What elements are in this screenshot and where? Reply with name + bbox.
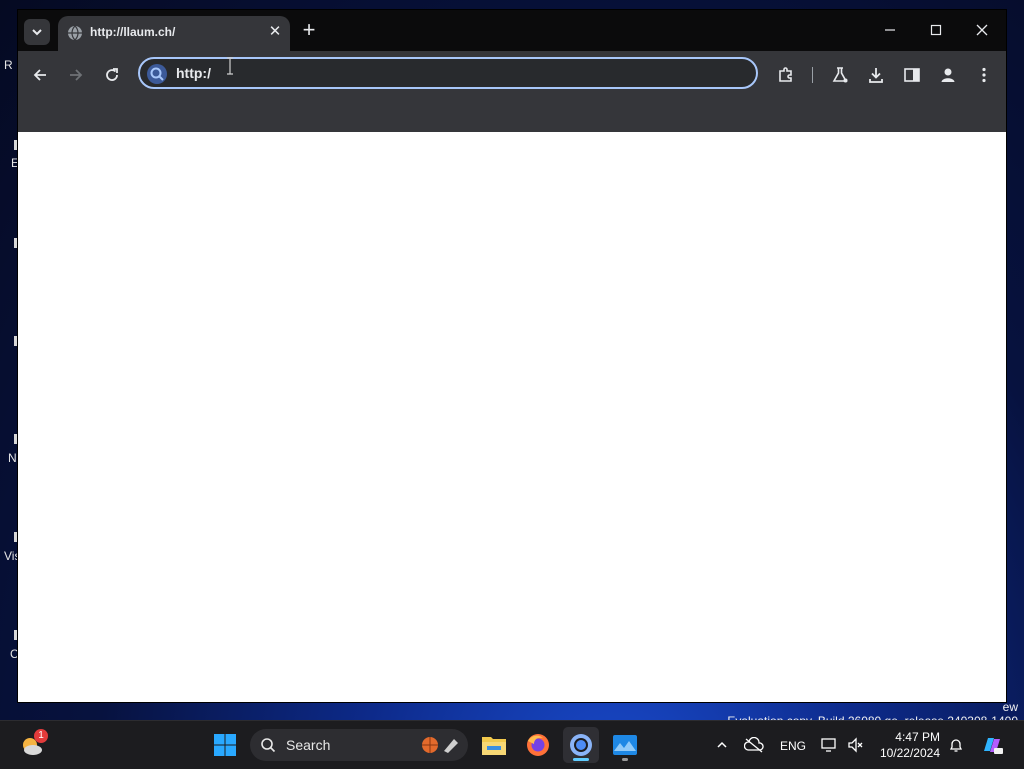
speaker-muted-icon	[848, 737, 863, 753]
clock[interactable]: 4:47 PM 10/22/2024	[874, 729, 940, 761]
search-label: Search	[286, 737, 331, 753]
reload-button[interactable]	[100, 63, 124, 87]
tab-close-icon[interactable]: ✕	[266, 23, 284, 41]
minimize-icon	[885, 29, 895, 31]
bell-icon	[949, 739, 963, 752]
flask-icon	[832, 67, 848, 83]
close-icon	[976, 24, 988, 36]
chevron-up-icon	[717, 741, 727, 748]
firefox-app[interactable]	[520, 727, 556, 763]
extensions-button[interactable]	[774, 63, 798, 87]
search-highlight-icon	[422, 737, 458, 753]
firefox-icon	[527, 734, 549, 756]
folder-icon	[482, 737, 506, 755]
display-icon	[821, 738, 836, 752]
start-button[interactable]	[207, 727, 243, 763]
back-button[interactable]	[28, 63, 52, 87]
arrow-right-icon	[70, 69, 83, 81]
photos-icon	[613, 735, 637, 755]
chevron-down-icon	[32, 29, 42, 36]
search-icon	[261, 738, 276, 753]
side-panel-button[interactable]	[900, 63, 924, 87]
browser-window: http://llaum.ch/ ✕ + http:/	[18, 10, 1006, 702]
download-icon	[869, 68, 883, 83]
taskbar-search[interactable]: Search	[250, 729, 468, 761]
copilot-icon	[984, 738, 1003, 754]
new-tab-button[interactable]: +	[298, 19, 320, 42]
weather-widget[interactable]: 1	[14, 727, 50, 763]
globe-icon	[68, 25, 82, 41]
search-icon	[147, 64, 167, 84]
minimize-button[interactable]	[870, 18, 910, 42]
tab-title: http://llaum.ch/	[90, 25, 176, 39]
tab-search-button[interactable]	[24, 19, 50, 45]
active-indicator	[573, 758, 589, 761]
watermark-line: ew	[1002, 700, 1018, 714]
tab-strip: http://llaum.ch/ ✕ +	[18, 10, 1006, 51]
labs-button[interactable]	[828, 63, 852, 87]
side-panel-icon	[904, 68, 920, 82]
reload-icon	[106, 68, 118, 81]
desktop-label: R	[4, 58, 13, 72]
onedrive-button[interactable]	[736, 727, 772, 763]
photos-app[interactable]	[607, 727, 643, 763]
address-bar-text: http:/	[176, 65, 211, 81]
more-vert-icon	[982, 67, 986, 83]
file-explorer-app[interactable]	[476, 727, 512, 763]
weather-badge: 1	[34, 729, 48, 743]
cloud-offline-icon	[744, 737, 764, 753]
arrow-left-icon	[33, 69, 46, 81]
bookmarks-bar	[18, 99, 1006, 132]
copilot-button[interactable]	[974, 727, 1010, 763]
clock-date: 10/22/2024	[879, 746, 940, 760]
maximize-button[interactable]	[916, 18, 956, 42]
windows-icon	[214, 734, 236, 756]
close-window-button[interactable]	[962, 18, 1002, 42]
profile-button[interactable]	[936, 63, 960, 87]
puzzle-icon	[779, 67, 792, 82]
volume-button[interactable]	[838, 727, 874, 763]
notifications-button[interactable]	[938, 727, 974, 763]
page-content[interactable]	[18, 132, 1006, 702]
clock-time: 4:47 PM	[895, 730, 940, 744]
chrome-app[interactable]	[563, 727, 599, 763]
chrome-icon	[570, 734, 592, 756]
profile-icon	[941, 68, 955, 82]
desktop-label: N	[8, 451, 17, 465]
browser-toolbar: http:/	[18, 51, 1006, 99]
forward-button[interactable]	[64, 63, 88, 87]
taskbar: 1 Search ENG 4:47 PM 10/22/2024	[0, 720, 1024, 769]
tab-active[interactable]: http://llaum.ch/ ✕	[58, 16, 290, 51]
maximize-icon	[930, 24, 942, 36]
language-indicator[interactable]: ENG	[780, 739, 806, 753]
toolbar-divider	[812, 67, 813, 83]
text-cursor-icon	[227, 57, 233, 75]
menu-button[interactable]	[972, 63, 996, 87]
downloads-button[interactable]	[864, 63, 888, 87]
running-indicator	[622, 758, 628, 761]
show-hidden-icons-button[interactable]	[704, 727, 740, 763]
